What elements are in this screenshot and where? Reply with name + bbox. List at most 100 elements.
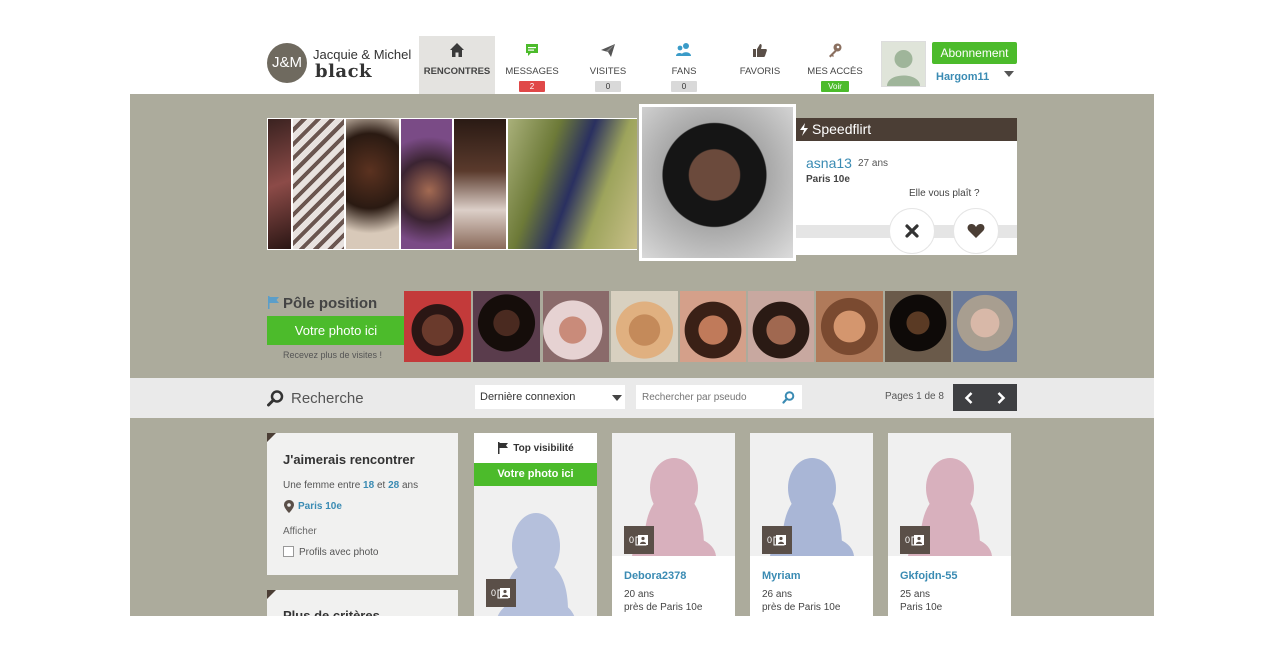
nav-fans[interactable]: FANS 0 [652,36,716,94]
profile-card[interactable]: 0 Debora2378 20 ans près de Paris 10e [612,433,735,616]
pole-photo[interactable] [953,291,1017,362]
chevron-down-icon[interactable] [612,395,622,401]
speedflirt-photo[interactable] [642,107,793,258]
top-visibility-card[interactable]: Top visibilité Votre photo ici 0 [474,433,597,616]
chevron-down-icon[interactable] [1004,71,1014,77]
pole-photo[interactable] [816,291,883,362]
more-criteria-clip: Plus de critères [267,590,458,616]
nav-visites[interactable]: VISITES 0 [576,36,640,94]
prev-page-button[interactable] [953,384,985,411]
photo-count-badge: 0 [624,526,654,554]
sort-select[interactable]: Dernière connexion [475,385,625,409]
age-range-suffix: ans [401,480,419,491]
pole-photo[interactable] [473,291,540,362]
profile-age: 25 ans [900,589,931,600]
nav-rencontres[interactable]: RENCONTRES [419,36,495,94]
photo-only-checkbox[interactable] [283,546,294,557]
pole-photo[interactable] [611,291,678,362]
user-avatar[interactable] [881,41,926,87]
nav-messages[interactable]: MESSAGES 2 [500,36,564,94]
age-range-text: Une femme entre 18 et 28 ans [283,480,418,491]
messages-count-badge: 2 [518,81,546,92]
profile-city: Paris 10e [900,602,943,613]
heart-icon [967,223,985,238]
nav-favoris[interactable]: FAVORIS [728,36,792,94]
profile-card[interactable]: 0 Gkfojdn-55 25 ans Paris 10e [888,433,1011,616]
photo-count: 0 [904,535,910,545]
next-page-button[interactable] [985,384,1017,411]
pole-photo-button[interactable]: Votre photo ici [267,316,405,345]
nav-mes-acces[interactable]: MES ACCÈS Voir [803,36,867,94]
speedflirt-name[interactable]: asna13 [806,155,852,171]
pole-photo[interactable] [404,291,471,362]
speedflirt-age: 27 ans [858,158,889,169]
profile-photo[interactable] [454,119,506,249]
logo-text: Jacquie & Michel [313,47,412,62]
users-icon [676,43,691,56]
nav-label: MESSAGES [505,66,559,77]
username-link[interactable]: Hargom11 [936,71,989,83]
chat-icon [526,44,538,56]
results-grid: Top visibilité Votre photo ici 0 0 Debor… [474,433,1014,616]
lightning-icon [800,123,808,136]
speedflirt-header: Speedflirt [796,118,1017,141]
chevron-left-icon [964,391,973,404]
top-visibility-header: Top visibilité [474,433,597,463]
fans-count-badge: 0 [670,81,698,92]
search-title: Recherche [291,390,364,407]
profile-photo[interactable] [346,119,399,249]
photo-count-badge: 0 [486,579,516,607]
pole-position-title: Pôle position [267,295,377,312]
map-pin-icon [284,500,294,513]
pole-photo[interactable] [543,291,609,362]
pole-photo[interactable] [748,291,814,362]
profile-name[interactable]: Myriam [762,570,801,582]
nav-label: MES ACCÈS [807,66,863,77]
age-min[interactable]: 18 [363,480,374,491]
pseudo-search-input[interactable] [640,385,784,409]
profile-photo[interactable] [293,119,344,249]
more-criteria-title: Plus de critères [283,608,380,616]
pole-photo[interactable] [885,291,951,362]
photos-icon [773,535,786,546]
logo-badge[interactable]: J&M [267,43,307,83]
speedflirt-city: Paris 10e [806,174,850,185]
flag-icon [268,296,279,309]
profile-photo[interactable] [401,119,452,249]
photos-icon [911,535,924,546]
profile-name[interactable]: Gkfojdn-55 [900,570,957,582]
filter-city[interactable]: Paris 10e [298,501,342,512]
panel-corner [267,433,276,442]
top-visibility-title: Top visibilité [513,442,574,454]
photos-icon [635,535,648,546]
profile-card[interactable]: 0 Myriam 26 ans près de Paris 10e [750,433,873,616]
home-icon [450,43,464,57]
profile-age: 20 ans [624,589,655,600]
speedflirt-like-button[interactable] [953,208,999,254]
age-max[interactable]: 28 [388,480,399,491]
search-icon[interactable] [782,391,795,404]
avatar-silhouette [887,50,920,86]
flag-icon [498,442,509,454]
profile-photo[interactable] [268,119,291,249]
pole-subtitle: Recevez plus de visites ! [283,350,383,360]
pole-photo[interactable] [680,291,746,362]
access-voir-badge[interactable]: Voir [821,81,849,92]
photo-count-badge: 0 [762,526,792,554]
age-range-prefix: Une femme entre [283,480,361,491]
pagination-info: Pages 1 de 8 [885,391,944,402]
speedflirt-title: Speedflirt [812,121,872,137]
photo-count: 0 [628,535,634,545]
key-icon [829,43,842,58]
subscribe-button[interactable]: Abonnement [932,42,1017,64]
age-range-mid: et [376,480,386,491]
logo-subtext: black [315,61,373,82]
thumbs-up-icon [753,44,767,57]
speedflirt-dislike-button[interactable] [889,208,935,254]
photo-count: 0 [766,535,772,545]
profile-name[interactable]: Debora2378 [624,570,686,582]
photo-only-label[interactable]: Profils avec photo [299,547,379,558]
top-visibility-photo-button[interactable]: Votre photo ici [474,463,597,486]
profile-photo[interactable] [508,119,637,249]
show-label: Afficher [283,526,317,537]
